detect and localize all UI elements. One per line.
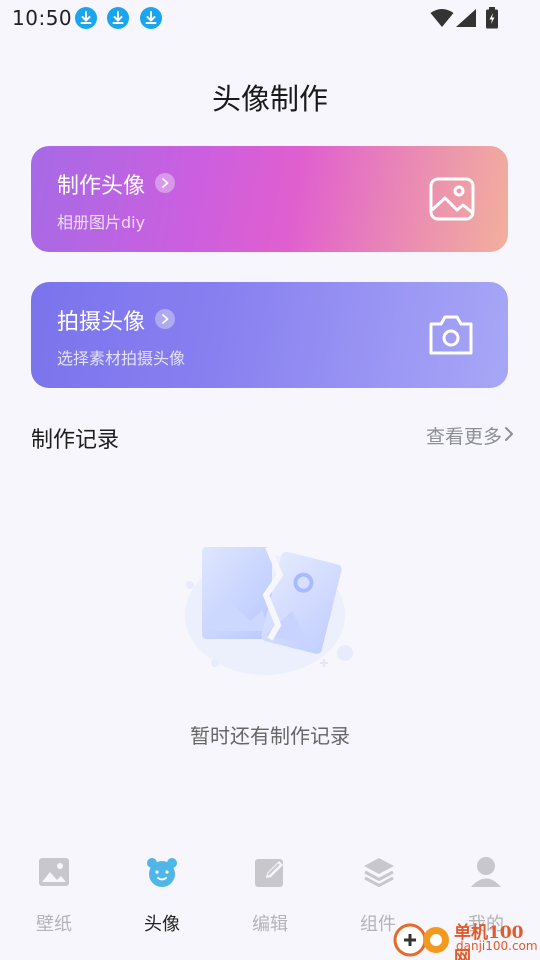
wifi-icon xyxy=(430,9,454,27)
download-notification-icon xyxy=(140,7,162,29)
nav-item-wallpaper[interactable]: 壁纸 xyxy=(0,840,108,940)
status-bar: 10:50 xyxy=(0,0,540,36)
shoot-avatar-card[interactable]: 拍摄头像 选择素材拍摄头像 xyxy=(31,282,508,388)
danji-logo-icon xyxy=(393,923,449,957)
download-notification-icon xyxy=(107,7,129,29)
status-time: 10:50 xyxy=(12,6,73,30)
wallpaper-icon xyxy=(39,858,69,886)
bear-avatar-icon xyxy=(147,858,177,887)
signal-icon xyxy=(456,9,476,27)
empty-records-illustration xyxy=(185,545,353,675)
chevron-right-icon xyxy=(155,173,175,193)
empty-records-text: 暂时还有制作记录 xyxy=(190,724,350,748)
battery-icon xyxy=(486,7,498,29)
nav-label: 壁纸 xyxy=(36,914,72,935)
layers-icon xyxy=(364,858,394,887)
make-avatar-card[interactable]: 制作头像 相册图片diy xyxy=(31,146,508,252)
edit-icon xyxy=(255,859,283,887)
download-notification-icon xyxy=(75,7,97,29)
shoot-avatar-subtitle: 选择素材拍摄头像 xyxy=(57,349,186,368)
site-watermark: 单机100网 danji100.com xyxy=(390,916,540,960)
image-icon xyxy=(429,177,475,221)
camera-icon xyxy=(429,315,473,355)
shoot-avatar-title: 拍摄头像 xyxy=(57,310,146,335)
nav-label: 编辑 xyxy=(252,914,288,935)
page-title: 头像制作 xyxy=(211,82,328,116)
make-avatar-title: 制作头像 xyxy=(57,174,146,199)
profile-icon xyxy=(471,857,501,887)
view-more-link[interactable]: 查看更多 xyxy=(426,422,502,449)
nav-item-avatar[interactable]: 头像 xyxy=(108,840,216,940)
nav-item-edit[interactable]: 编辑 xyxy=(216,840,324,940)
nav-label: 头像 xyxy=(144,914,180,935)
records-title: 制作记录 xyxy=(31,428,120,453)
watermark-en: danji100.com xyxy=(456,939,538,953)
chevron-right-icon[interactable] xyxy=(504,426,514,442)
make-avatar-subtitle: 相册图片diy xyxy=(57,213,146,232)
chevron-right-icon xyxy=(155,309,175,329)
